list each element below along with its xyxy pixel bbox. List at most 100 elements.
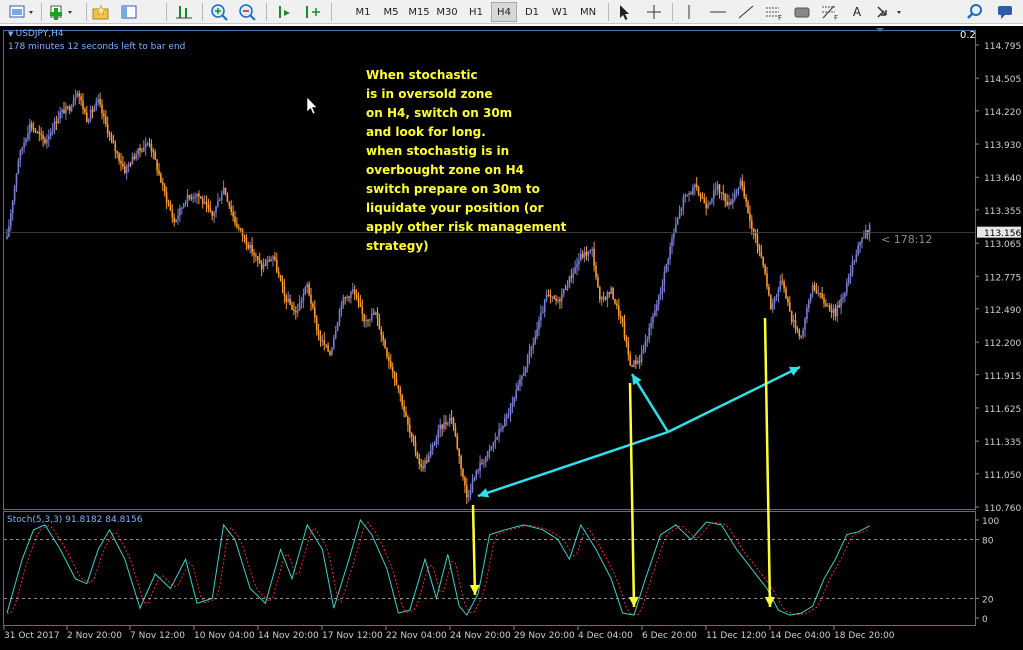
candle (112, 134, 115, 144)
candle-body (8, 226, 10, 237)
candle (502, 424, 504, 433)
candle-body (469, 490, 472, 495)
candle-body (139, 148, 141, 151)
candle (747, 199, 749, 214)
candle (412, 434, 415, 447)
candle (106, 116, 109, 138)
candle (517, 380, 519, 391)
candle (363, 313, 365, 328)
candle (572, 267, 574, 284)
candle-body (228, 201, 231, 207)
candle-body (437, 430, 440, 438)
candle (720, 192, 723, 201)
candle (420, 458, 422, 472)
candle (450, 409, 453, 425)
candle-body (409, 424, 411, 434)
candle (716, 180, 719, 196)
candle-body (669, 246, 671, 260)
candle-body (775, 296, 778, 298)
candle (302, 288, 305, 309)
candle (211, 210, 213, 221)
candle-body (764, 265, 766, 274)
candle (540, 305, 542, 328)
candle-body (849, 272, 852, 277)
candle (428, 451, 430, 463)
candle (657, 294, 660, 311)
candle-body (239, 227, 242, 230)
candle (656, 299, 658, 317)
candle-body (287, 298, 289, 302)
candle (181, 207, 183, 215)
candle (298, 295, 301, 312)
candle (828, 302, 831, 312)
candle-body (219, 200, 221, 202)
candle (488, 444, 491, 459)
candle (314, 300, 316, 324)
candle-body (382, 335, 384, 341)
candle-body (169, 204, 172, 211)
candle (545, 289, 548, 303)
candle-body (709, 202, 711, 205)
candle-body (401, 394, 403, 406)
candle (118, 152, 120, 165)
candle-body (536, 329, 538, 337)
candle-body (133, 156, 136, 159)
candle-body (800, 335, 802, 337)
candle (10, 209, 12, 232)
candle-body (638, 360, 641, 362)
candle-body (857, 245, 859, 255)
candle (201, 195, 204, 209)
candle-body (156, 159, 158, 171)
candle (600, 296, 603, 306)
candle (228, 201, 231, 210)
candle (53, 117, 56, 134)
candle-body (659, 291, 662, 295)
candle (51, 123, 54, 136)
candle (652, 312, 654, 329)
candle-body (832, 308, 835, 313)
candle (192, 193, 194, 204)
candle-body (648, 327, 650, 340)
candle-body (23, 142, 25, 149)
candle-body (787, 298, 789, 303)
candle-body (524, 367, 527, 373)
candle (733, 188, 736, 202)
candle (63, 101, 65, 114)
candle (125, 164, 128, 180)
candle (6, 229, 8, 240)
candle-body (790, 311, 793, 322)
candle-body (116, 151, 118, 154)
candle-body (566, 286, 569, 290)
strategy-annotation: When stochastic is in oversold zone on H… (366, 68, 567, 253)
cyan-arrow-left (477, 430, 669, 498)
candle (405, 406, 407, 418)
candle (296, 303, 299, 318)
candle (238, 224, 240, 232)
candle-body (766, 273, 768, 287)
candle (258, 252, 261, 265)
candle-body (532, 343, 535, 348)
candle-body (289, 298, 291, 305)
price-tick-label: 112.775 (984, 273, 1021, 283)
candle-body (314, 307, 316, 318)
candle-body (365, 320, 367, 322)
candle-body (479, 462, 481, 471)
candle (160, 172, 162, 184)
candle-body (572, 273, 574, 278)
candle (253, 248, 255, 264)
candle-body (295, 311, 297, 313)
arrow-shaft (477, 430, 669, 498)
candle (17, 157, 20, 175)
candle (779, 274, 782, 292)
candle-body (828, 305, 831, 311)
candle (561, 288, 563, 309)
candle (787, 295, 789, 307)
candle-body (652, 315, 654, 323)
candle-body (625, 337, 628, 343)
candle-body (599, 287, 601, 300)
candle (447, 421, 449, 426)
candle-body (802, 329, 804, 337)
candle (207, 198, 210, 213)
candle (528, 343, 531, 365)
candle-body (10, 213, 12, 227)
